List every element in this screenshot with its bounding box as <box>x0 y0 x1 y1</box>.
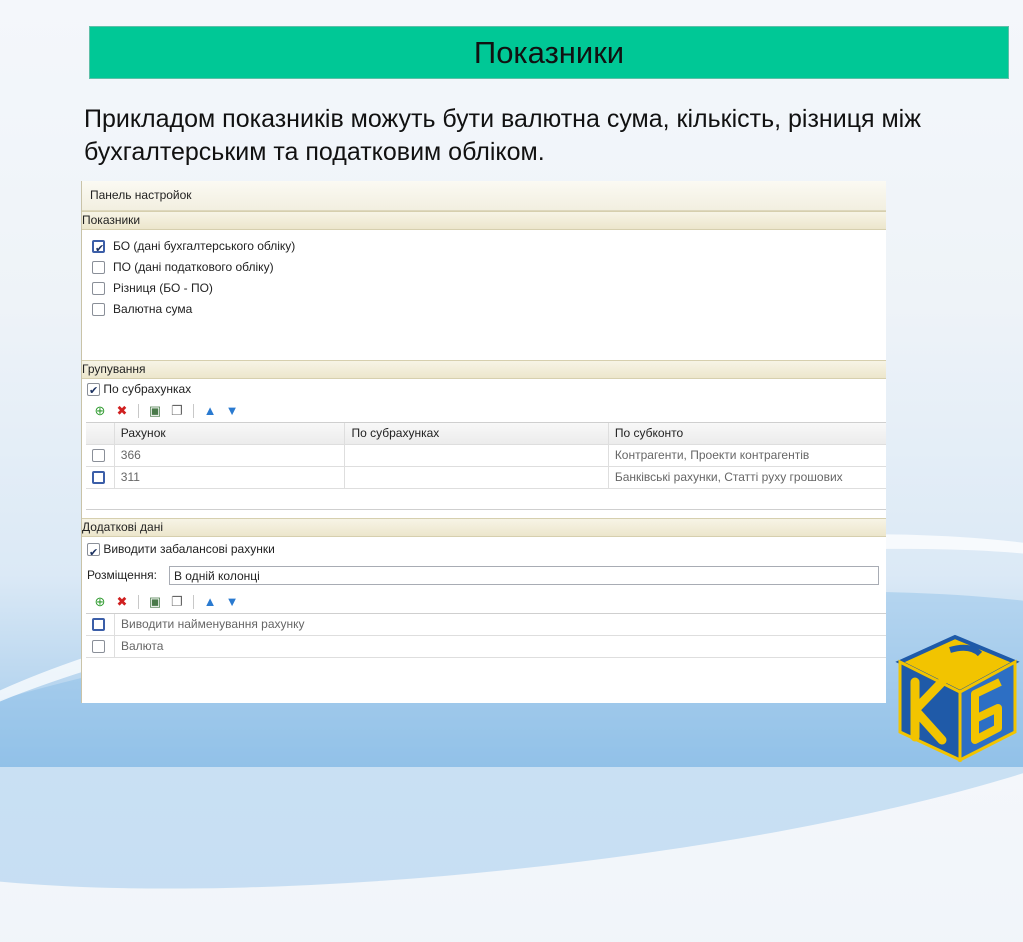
header-select-cell <box>86 423 115 444</box>
list-item-label: Валюта <box>121 639 164 653</box>
toolbar-divider <box>138 595 139 609</box>
option-difference[interactable]: Різниця (БО - ПО) <box>82 278 886 299</box>
delete-icon[interactable]: ✖ <box>114 594 130 610</box>
option-currency[interactable]: Валютна сума <box>82 299 886 320</box>
uncheck-all-icon[interactable]: ❐ <box>169 594 185 610</box>
toolbar-divider <box>193 404 194 418</box>
option-currency-label: Валютна сума <box>113 302 193 316</box>
move-down-icon[interactable]: ▼ <box>224 403 240 419</box>
uncheck-all-icon[interactable]: ❐ <box>169 403 185 419</box>
column-by-subconto[interactable]: По субконто <box>609 423 886 444</box>
option-po-label: ПО (дані податкового обліку) <box>113 260 274 274</box>
section-grouping-header: Групування <box>82 360 886 379</box>
toolbar-divider <box>138 404 139 418</box>
row-select-cell <box>86 445 115 466</box>
toolbar-divider <box>193 595 194 609</box>
check-all-icon[interactable]: ▣ <box>147 594 163 610</box>
additional-list: Виводити найменування рахунку Валюта <box>86 613 886 658</box>
cell-subconto[interactable]: Контрагенти, Проекти контрагентів <box>609 445 886 466</box>
by-subaccounts-label: По субрахунках <box>103 382 192 396</box>
row-checkbox[interactable] <box>92 471 105 485</box>
by-subaccounts-option[interactable]: По субрахунках <box>82 379 886 402</box>
checkbox-currency[interactable] <box>92 303 105 317</box>
section-indicators-header: Показники <box>82 211 886 230</box>
panel-header: Панель настройок <box>82 181 886 211</box>
grouping-toolbar: ⊕ ✖ ▣ ❐ ▲ ▼ <box>82 400 886 422</box>
placement-field[interactable]: В одній колонці <box>168 565 879 585</box>
checkbox-difference[interactable] <box>92 282 105 296</box>
offbalance-label: Виводити забалансові рахунки <box>103 542 275 556</box>
add-icon[interactable]: ⊕ <box>92 594 108 610</box>
slide-description: Прикладом показників можуть бути валютна… <box>84 105 921 166</box>
cell-subconto[interactable]: Банківські рахунки, Статті руху грошових <box>609 467 886 488</box>
row-checkbox[interactable] <box>92 618 105 632</box>
cell-account[interactable]: 311 <box>115 467 346 488</box>
move-down-icon[interactable]: ▼ <box>224 594 240 610</box>
option-difference-label: Різниця (БО - ПО) <box>113 281 213 295</box>
move-up-icon[interactable]: ▲ <box>202 403 218 419</box>
row-select-cell <box>86 614 115 635</box>
checkbox-by-subaccounts[interactable] <box>87 381 100 402</box>
delete-icon[interactable]: ✖ <box>114 403 130 419</box>
check-all-icon[interactable]: ▣ <box>147 403 163 419</box>
column-by-subaccounts[interactable]: По субрахунках <box>345 423 609 444</box>
column-account[interactable]: Рахунок <box>115 423 346 444</box>
cell-subaccounts[interactable] <box>345 445 609 466</box>
cell-subaccounts[interactable] <box>345 467 609 488</box>
indicators-options: БО (дані бухгалтерського обліку) ПО (дан… <box>82 230 886 360</box>
list-item[interactable]: Валюта <box>86 636 886 658</box>
option-bo-label: БО (дані бухгалтерського обліку) <box>113 239 296 253</box>
section-additional-header: Додаткові дані <box>82 518 886 537</box>
row-select-cell <box>86 636 115 657</box>
row-select-cell <box>86 467 115 488</box>
option-bo[interactable]: БО (дані бухгалтерського обліку) <box>82 236 886 260</box>
row-checkbox[interactable] <box>92 640 105 654</box>
slide-title: Показники <box>89 26 1009 79</box>
placement-row: Розміщення: В одній колонці <box>82 561 886 589</box>
move-up-icon[interactable]: ▲ <box>202 594 218 610</box>
list-item[interactable]: Виводити найменування рахунку <box>86 614 886 636</box>
checkbox-offbalance[interactable] <box>87 541 100 565</box>
table-header-row: Рахунок По субрахунках По субконто <box>86 423 886 445</box>
checkbox-po[interactable] <box>92 261 105 275</box>
row-checkbox[interactable] <box>92 449 105 463</box>
placement-label: Розміщення: <box>87 568 157 582</box>
option-po[interactable]: ПО (дані податкового обліку) <box>82 257 886 278</box>
table-row[interactable]: 311 Банківські рахунки, Статті руху грош… <box>86 467 886 489</box>
company-logo <box>895 634 1020 762</box>
settings-panel: Панель настройок Показники БО (дані бухг… <box>81 181 886 703</box>
table-row[interactable]: 366 Контрагенти, Проекти контрагентів <box>86 445 886 467</box>
offbalance-option[interactable]: Виводити забалансові рахунки <box>82 537 886 565</box>
list-item-label: Виводити найменування рахунку <box>121 617 305 631</box>
checkbox-bo[interactable] <box>92 239 105 260</box>
add-icon[interactable]: ⊕ <box>92 403 108 419</box>
additional-toolbar: ⊕ ✖ ▣ ❐ ▲ ▼ <box>82 591 886 613</box>
grouping-table: Рахунок По субрахунках По субконто 366 К… <box>86 422 886 510</box>
cell-account[interactable]: 366 <box>115 445 346 466</box>
